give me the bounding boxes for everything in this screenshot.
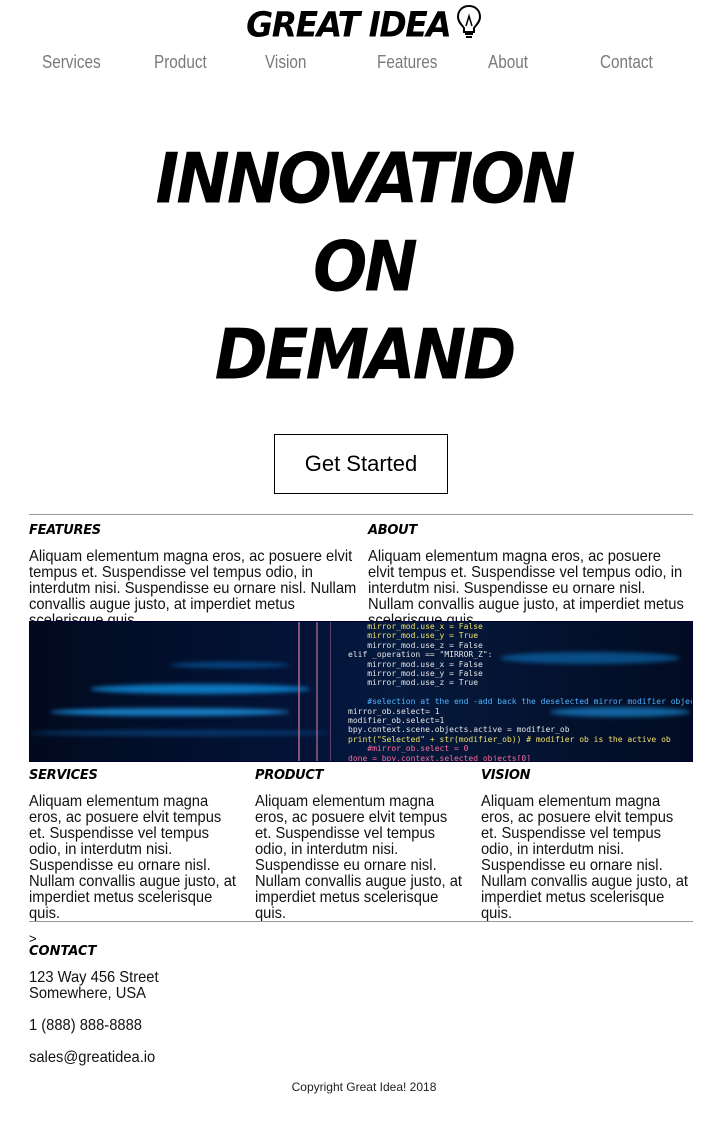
chevron-right-icon: >	[29, 931, 37, 946]
product-heading: Product	[255, 768, 324, 783]
brand-logo[interactable]: GREAT IDEA	[0, 4, 728, 45]
services-heading: Services	[29, 768, 98, 783]
features-body: Aliquam elementum magna eros, ac posuere…	[29, 548, 357, 629]
code-banner-image: mirror_mod.use_x = False mirror_mod.use_…	[29, 621, 693, 762]
contact-heading: Contact	[29, 944, 97, 959]
copyright-text: Copyright Great Idea! 2018	[291, 1080, 437, 1094]
lightbulb-icon	[456, 4, 482, 45]
hero-headline: INNOVATION ON DEMAND	[0, 136, 728, 400]
nav-link-contact[interactable]: Contact	[600, 52, 653, 73]
divider	[29, 514, 693, 515]
hero-line-1: INNOVATION	[155, 140, 575, 220]
about-section: About Aliquam elementum magna eros, ac p…	[368, 523, 693, 629]
vision-heading: Vision	[481, 768, 531, 783]
nav-link-about[interactable]: About	[488, 52, 528, 73]
email-link[interactable]: sales@greatidea.io	[29, 1050, 159, 1066]
phone-number[interactable]: 1 (888) 888-8888	[29, 1018, 159, 1034]
services-body: Aliquam elementum magna eros, ac posuere…	[29, 793, 237, 922]
nav-link-product[interactable]: Product	[154, 52, 207, 73]
about-heading: About	[368, 523, 417, 538]
brand-name: GREAT IDEA	[246, 4, 452, 45]
address-line-2: Somewhere, USA	[29, 985, 146, 1002]
features-section: Features Aliquam elementum magna eros, a…	[29, 523, 359, 629]
hero-line-3: DEMAND	[214, 316, 517, 396]
features-heading: Features	[29, 523, 101, 538]
get-started-button[interactable]: Get Started	[274, 434, 448, 494]
code-snippet: mirror_mod.use_x = False mirror_mod.use_…	[348, 622, 693, 762]
about-body: Aliquam elementum magna eros, ac posuere…	[368, 548, 684, 629]
hero-line-2: ON	[313, 228, 418, 308]
address-line-1: 123 Way 456 Street	[29, 969, 159, 986]
nav-link-services[interactable]: Services	[42, 52, 101, 73]
nav-link-vision[interactable]: Vision	[265, 52, 306, 73]
nav-link-features[interactable]: Features	[377, 52, 437, 73]
main-nav: Services Product Vision Features About C…	[0, 52, 728, 78]
vision-section: Vision Aliquam elementum magna eros, ac …	[481, 768, 691, 922]
services-section: Services Aliquam elementum magna eros, a…	[29, 768, 239, 922]
contact-section: > Contact 123 Way 456 Street Somewhere, …	[29, 931, 170, 1066]
vision-body: Aliquam elementum magna eros, ac posuere…	[481, 793, 689, 922]
divider-2	[29, 921, 693, 922]
product-section: Product Aliquam elementum magna eros, ac…	[255, 768, 465, 922]
product-body: Aliquam elementum magna eros, ac posuere…	[255, 793, 463, 922]
